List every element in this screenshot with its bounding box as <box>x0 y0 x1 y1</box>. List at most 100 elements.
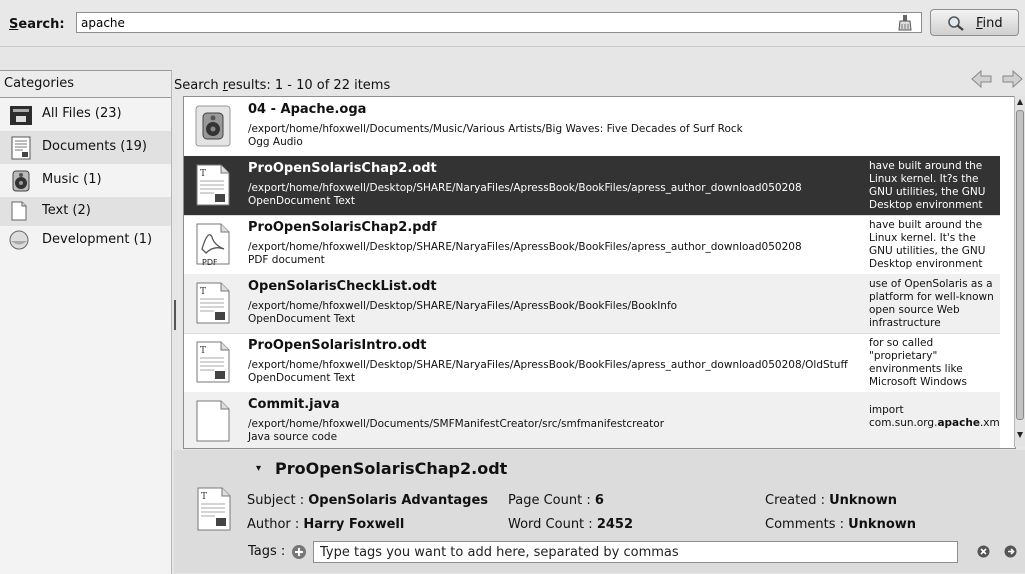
result-snippet: for so called "proprietary" environments… <box>869 337 967 388</box>
comments-label: Comments : <box>765 517 849 532</box>
tags-label: Tags : <box>248 544 286 559</box>
result-type: Java source code <box>248 431 338 443</box>
result-title: OpenSolarisCheckList.odt <box>248 279 437 294</box>
result-title: ProOpenSolarisIntro.odt <box>248 338 427 353</box>
result-row[interactable]: Commit.java /export/home/hfoxwell/Docume… <box>184 392 1000 448</box>
scroll-down-arrow-icon[interactable] <box>1016 431 1024 439</box>
pdf-caption: PDF <box>202 258 218 267</box>
result-row[interactable]: T OpenSolarisCheckList.odt /export/home/… <box>184 274 1000 334</box>
result-snippet: have built around the Linux kernel. It?s… <box>869 160 986 211</box>
svg-text:T: T <box>200 169 206 179</box>
comments-field: Comments : Unknown <box>765 517 916 532</box>
audio-file-icon <box>195 105 231 147</box>
results-scrollbar[interactable] <box>1014 96 1025 447</box>
results-list: 04 - Apache.oga /export/home/hfoxwell/Do… <box>183 96 1016 449</box>
page-count-value: 6 <box>594 493 604 508</box>
magnifier-icon <box>948 16 964 31</box>
result-title: Commit.java <box>248 397 340 412</box>
search-label-text: earch: <box>18 17 65 32</box>
scroll-up-arrow-icon[interactable] <box>1016 98 1024 106</box>
clear-tags-icon[interactable] <box>977 545 990 558</box>
result-type: Ogg Audio <box>248 136 303 148</box>
find-label: Find <box>976 16 1003 31</box>
result-path: /export/home/hfoxwell/Desktop/SHARE/Nary… <box>248 300 678 312</box>
result-title: ProOpenSolarisChap2.odt <box>248 161 437 176</box>
sidebar-item-all-files[interactable]: All Files (23) <box>0 98 171 131</box>
result-row[interactable]: T ProOpenSolarisIntro.odt /export/home/h… <box>184 333 1000 393</box>
odt-file-icon: T <box>197 487 231 531</box>
categories-sidebar: Categories All Files (23) Documents (19)… <box>0 70 172 574</box>
documents-icon <box>11 136 31 160</box>
sidebar-item-label: All Files (23) <box>42 106 122 121</box>
result-snippet: use of OpenSolaris as a platform for wel… <box>869 278 994 329</box>
find-text: ind <box>982 16 1003 31</box>
sidebar-item-label: Documents (19) <box>42 139 147 154</box>
created-label: Created : <box>765 493 830 508</box>
collapse-arrow-icon[interactable]: ▾ <box>256 463 261 474</box>
result-path: /export/home/hfoxwell/Desktop/SHARE/Nary… <box>248 241 802 253</box>
result-row-selected[interactable]: T ProOpenSolarisChap2.odt /export/home/h… <box>184 156 1000 216</box>
details-pane: ▾ ProOpenSolarisChap2.odt T Subject : Op… <box>174 450 1025 573</box>
author-label: Author : <box>247 517 304 532</box>
results-count: Search results: 1 - 10 of 22 items <box>174 78 390 93</box>
result-snippet: have built around the Linux kernel. It's… <box>869 219 986 270</box>
result-title: ProOpenSolarisChap2.pdf <box>248 220 437 235</box>
scroll-thumb[interactable] <box>1016 110 1024 420</box>
result-type: OpenDocument Text <box>248 195 356 207</box>
odt-file-icon: T <box>196 282 230 324</box>
subject-field: Subject : OpenSolaris Advantages <box>247 493 488 508</box>
result-path: /export/home/hfoxwell/Documents/Music/Va… <box>248 123 743 135</box>
add-tag-icon[interactable] <box>291 544 307 560</box>
development-icon <box>9 230 29 250</box>
clear-search-icon[interactable] <box>898 15 912 31</box>
word-count-field: Word Count : 2452 <box>508 517 633 532</box>
subject-label: Subject : <box>247 493 309 508</box>
author-value: Harry Foxwell <box>303 517 405 532</box>
comments-value: Unknown <box>848 517 917 532</box>
details-title: ProOpenSolarisChap2.odt <box>275 459 508 478</box>
results-header: Search results: 1 - 10 of 22 items <box>174 69 1025 96</box>
snippet-match: apache <box>937 417 980 429</box>
music-icon <box>12 170 30 192</box>
odt-file-icon: T <box>196 341 230 383</box>
apply-tags-icon[interactable] <box>1004 545 1017 558</box>
sidebar-item-text[interactable]: Text (2) <box>0 197 171 226</box>
svg-text:T: T <box>200 346 206 356</box>
find-button[interactable]: Find <box>930 9 1019 36</box>
sidebar-item-music[interactable]: Music (1) <box>0 164 171 197</box>
search-label: Search: <box>9 17 65 32</box>
next-page-arrow-icon[interactable] <box>1000 68 1024 90</box>
result-row[interactable]: 04 - Apache.oga /export/home/hfoxwell/Do… <box>184 97 1000 157</box>
search-bar: Search: Find <box>0 0 1025 47</box>
snippet-text: import com.sun.org. <box>869 404 938 429</box>
search-input[interactable] <box>76 12 922 33</box>
created-value: Unknown <box>829 493 898 508</box>
author-field: Author : Harry Foxwell <box>247 517 404 532</box>
sidebar-item-development[interactable]: Development (1) <box>0 226 171 255</box>
result-type: PDF document <box>248 254 325 266</box>
results-count-prefix: Search <box>174 78 223 93</box>
result-path: /export/home/hfoxwell/Documents/SMFManif… <box>248 418 665 430</box>
text-icon <box>11 201 27 221</box>
page-count-field: Page Count : 6 <box>508 493 604 508</box>
sidebar-item-documents[interactable]: Documents (19) <box>0 131 171 164</box>
sidebar-item-label: Development (1) <box>42 232 153 247</box>
sidebar-item-label: Text (2) <box>42 203 91 218</box>
svg-text:T: T <box>200 287 206 297</box>
tags-input[interactable] <box>313 541 958 563</box>
odt-file-icon: T <box>196 164 230 206</box>
word-count-label: Word Count : <box>508 517 597 532</box>
result-type: OpenDocument Text <box>248 313 356 325</box>
result-row[interactable]: PDF ProOpenSolarisChap2.pdf /export/home… <box>184 215 1000 275</box>
pane-resize-handle[interactable] <box>173 300 177 330</box>
word-count-value: 2452 <box>596 517 633 532</box>
result-type: OpenDocument Text <box>248 372 356 384</box>
subject-value: OpenSolaris Advantages <box>308 493 489 508</box>
previous-page-arrow-icon[interactable] <box>970 68 994 90</box>
all-files-icon <box>10 106 32 125</box>
result-title: 04 - Apache.oga <box>248 102 367 117</box>
result-path: /export/home/hfoxwell/Desktop/SHARE/Nary… <box>248 359 848 371</box>
result-snippet: import com.sun.org.apache.xml <box>869 404 999 448</box>
svg-text:PDF: PDF <box>202 258 218 267</box>
categories-header[interactable]: Categories <box>0 71 171 98</box>
